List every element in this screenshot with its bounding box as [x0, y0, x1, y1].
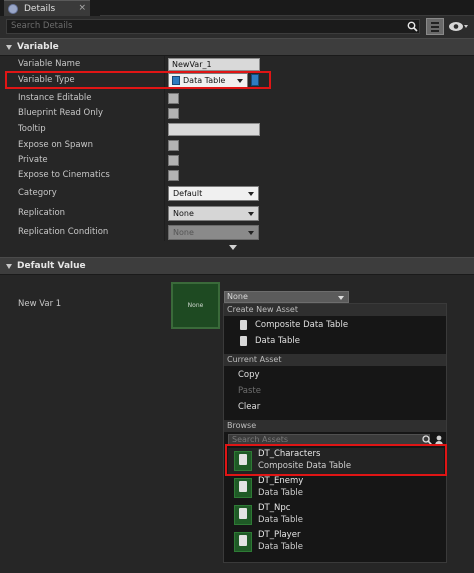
- variable-name-label: Variable Name: [18, 59, 81, 69]
- category-label: Category: [18, 188, 57, 198]
- expose-to-cinematics-checkbox[interactable]: [168, 170, 179, 181]
- tooltip-input[interactable]: [168, 123, 260, 136]
- asset-picker-dropdown[interactable]: None: [224, 291, 349, 303]
- instance-editable-label: Instance Editable: [18, 93, 92, 103]
- collapse-arrow-icon[interactable]: [6, 44, 12, 50]
- replication-dropdown[interactable]: None: [168, 206, 259, 221]
- advanced-expand-icon[interactable]: [229, 245, 237, 250]
- asset-name: DT_Player: [258, 530, 301, 540]
- variable-name-input[interactable]: NewVar_1: [168, 58, 260, 71]
- search-assets-input[interactable]: Search Assets: [228, 434, 430, 446]
- property-matrix-button[interactable]: [426, 18, 444, 35]
- asset-type: Composite Data Table: [258, 461, 352, 471]
- replication-condition-dropdown[interactable]: None: [168, 225, 259, 240]
- create-new-asset-header: Create New Asset: [224, 304, 446, 316]
- data-table-asset-icon: [234, 532, 252, 552]
- create-data-table-item[interactable]: Data Table: [224, 333, 446, 349]
- copy-item[interactable]: Copy: [224, 367, 446, 383]
- tab-details[interactable]: Details ×: [4, 0, 90, 16]
- close-icon[interactable]: ×: [78, 3, 86, 13]
- replication-condition-label: Replication Condition: [18, 227, 109, 237]
- variable-type-pin-icon: [172, 76, 180, 85]
- row-instance-editable: Instance Editable: [0, 91, 474, 107]
- section-variable-title: Variable: [17, 42, 59, 52]
- document-icon: [240, 320, 247, 330]
- asset-thumbnail[interactable]: None: [171, 282, 220, 329]
- expose-on-spawn-checkbox[interactable]: [168, 140, 179, 151]
- section-default-value-title: Default Value: [17, 261, 86, 271]
- eye-icon[interactable]: [448, 20, 470, 33]
- tooltip-label: Tooltip: [18, 124, 46, 134]
- replication-condition-value: None: [173, 228, 194, 237]
- replication-value: None: [173, 209, 194, 218]
- tab-bar: Details ×: [0, 0, 474, 16]
- asset-name: DT_Enemy: [258, 476, 304, 486]
- row-variable-type: Variable Type Data Table: [0, 73, 474, 89]
- category-value: Default: [173, 189, 203, 198]
- expose-on-spawn-label: Expose on Spawn: [18, 140, 93, 150]
- collapse-arrow-icon[interactable]: [6, 263, 12, 269]
- row-replication-condition: Replication Condition None: [0, 225, 474, 241]
- asset-picker-value: None: [227, 292, 248, 301]
- row-expose-on-spawn: Expose on Spawn: [0, 138, 474, 154]
- blueprint-read-only-checkbox[interactable]: [168, 108, 179, 119]
- chevron-down-icon: [338, 296, 344, 300]
- chevron-down-icon: [248, 192, 254, 196]
- chevron-down-icon: [248, 212, 254, 216]
- section-variable[interactable]: Variable: [0, 38, 474, 56]
- row-category: Category Default: [0, 186, 474, 202]
- variable-type-label: Variable Type: [18, 75, 75, 85]
- private-checkbox[interactable]: [168, 155, 179, 166]
- menu-item-label: Data Table: [255, 336, 300, 346]
- search-row: Search Details: [0, 16, 474, 38]
- person-icon[interactable]: [434, 435, 444, 446]
- blueprint-read-only-label: Blueprint Read Only: [18, 108, 104, 118]
- menu-item-label: Composite Data Table: [255, 320, 349, 330]
- asset-row-dt-npc[interactable]: DT_Npc Data Table: [228, 502, 444, 528]
- new-var-1-label: New Var 1: [18, 299, 62, 309]
- asset-name: DT_Npc: [258, 503, 291, 513]
- row-expose-to-cinematics: Expose to Cinematics: [0, 168, 474, 184]
- search-details-input[interactable]: Search Details: [6, 19, 420, 34]
- data-table-asset-icon: [234, 505, 252, 525]
- row-variable-name: Variable Name NewVar_1: [0, 57, 474, 73]
- paste-item[interactable]: Paste: [224, 383, 446, 399]
- asset-row-dt-player[interactable]: DT_Player Data Table: [228, 529, 444, 555]
- section-default-value[interactable]: Default Value: [0, 257, 474, 275]
- variable-type-value: Data Table: [183, 76, 226, 85]
- private-label: Private: [18, 155, 48, 165]
- replication-label: Replication: [18, 208, 66, 218]
- instance-editable-checkbox[interactable]: [168, 93, 179, 104]
- asset-type: Data Table: [258, 488, 303, 498]
- asset-row-dt-characters[interactable]: DT_Characters Composite Data Table: [228, 448, 444, 474]
- clear-item[interactable]: Clear: [224, 399, 446, 415]
- row-private: Private: [0, 153, 474, 169]
- details-tab-icon: [8, 3, 18, 14]
- search-icon[interactable]: [407, 21, 418, 32]
- variable-type-dropdown[interactable]: Data Table: [168, 73, 248, 88]
- row-tooltip: Tooltip: [0, 122, 474, 138]
- container-type-icon[interactable]: [251, 74, 259, 86]
- asset-type: Data Table: [258, 542, 303, 552]
- search-icon[interactable]: [422, 435, 432, 445]
- asset-name: DT_Characters: [258, 449, 321, 459]
- data-table-asset-icon: [234, 451, 252, 471]
- expose-to-cinematics-label: Expose to Cinematics: [18, 170, 110, 180]
- tab-title: Details: [24, 3, 56, 14]
- asset-type: Data Table: [258, 515, 303, 525]
- current-asset-header: Current Asset: [224, 354, 446, 366]
- document-icon: [240, 336, 247, 346]
- chevron-down-icon: [248, 231, 254, 235]
- row-blueprint-read-only: Blueprint Read Only: [0, 106, 474, 122]
- chevron-down-icon: [237, 79, 243, 83]
- asset-row-dt-enemy[interactable]: DT_Enemy Data Table: [228, 475, 444, 501]
- category-dropdown[interactable]: Default: [168, 186, 259, 201]
- browse-header: Browse: [224, 420, 446, 432]
- create-composite-data-table-item[interactable]: Composite Data Table: [224, 317, 446, 333]
- data-table-asset-icon: [234, 478, 252, 498]
- row-replication: Replication None: [0, 206, 474, 222]
- asset-picker-menu: Create New Asset Composite Data Table Da…: [223, 303, 447, 563]
